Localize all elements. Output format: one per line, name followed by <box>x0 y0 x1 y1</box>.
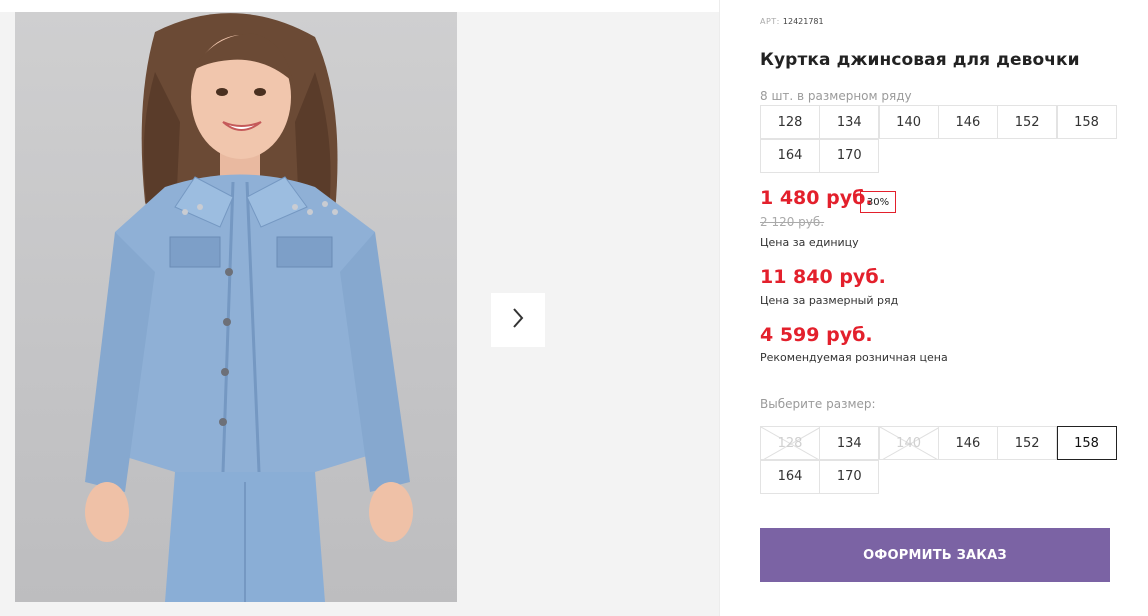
size-row-cell: 134 <box>819 105 880 139</box>
size-row-note: 8 шт. в размерном ряду <box>760 89 912 103</box>
size-row-cell: 164 <box>760 138 820 173</box>
size-row-cell: 170 <box>819 138 880 173</box>
size-row-price-caption: Цена за размерный ряд <box>760 294 899 307</box>
size-row-cell: 152 <box>997 105 1058 139</box>
size-option: 128 <box>760 426 820 460</box>
product-photo[interactable] <box>15 12 457 602</box>
discount-badge: 30% <box>860 191 896 213</box>
size-option-label: 128 <box>777 435 803 451</box>
article-number: АРТ: 12421781 <box>760 17 824 26</box>
size-option: 140 <box>878 426 939 460</box>
product-panel: АРТ: 12421781 Куртка джинсовая для девочк… <box>760 0 1120 616</box>
size-row-price: 11 840 руб. <box>760 266 886 288</box>
product-title: Куртка джинсовая для девочки <box>760 50 1080 70</box>
size-option[interactable]: 146 <box>937 426 998 460</box>
size-option[interactable]: 164 <box>760 459 820 494</box>
size-option[interactable]: 170 <box>819 459 880 494</box>
unit-price-caption: Цена за единицу <box>760 236 859 249</box>
size-option[interactable]: 152 <box>997 426 1058 460</box>
product-gallery <box>0 12 720 616</box>
retail-price: 4 599 руб. <box>760 324 873 346</box>
old-price: 2 120 руб. <box>760 215 825 229</box>
retail-price-caption: Рекомендуемая розничная цена <box>760 351 948 364</box>
choose-size-label: Выберите размер: <box>760 397 876 411</box>
size-option-label: 140 <box>896 435 921 451</box>
article-value: 12421781 <box>782 17 824 26</box>
size-option[interactable]: 134 <box>819 426 880 460</box>
size-row-cell: 140 <box>878 105 939 139</box>
chevron-right-icon <box>511 307 525 334</box>
size-option[interactable]: 158 <box>1056 426 1117 460</box>
place-order-button[interactable]: ОФОРМИТЬ ЗАКАЗ <box>760 528 1110 582</box>
gallery-next-button[interactable] <box>491 293 545 347</box>
unit-price: 1 480 руб. <box>760 187 873 209</box>
gallery-divider <box>719 0 720 616</box>
size-row-cell: 128 <box>760 105 820 139</box>
article-label: АРТ: <box>760 17 780 26</box>
size-row-cell: 158 <box>1056 105 1117 139</box>
size-row-cell: 146 <box>937 105 998 139</box>
product-photo-illustration <box>85 13 413 602</box>
